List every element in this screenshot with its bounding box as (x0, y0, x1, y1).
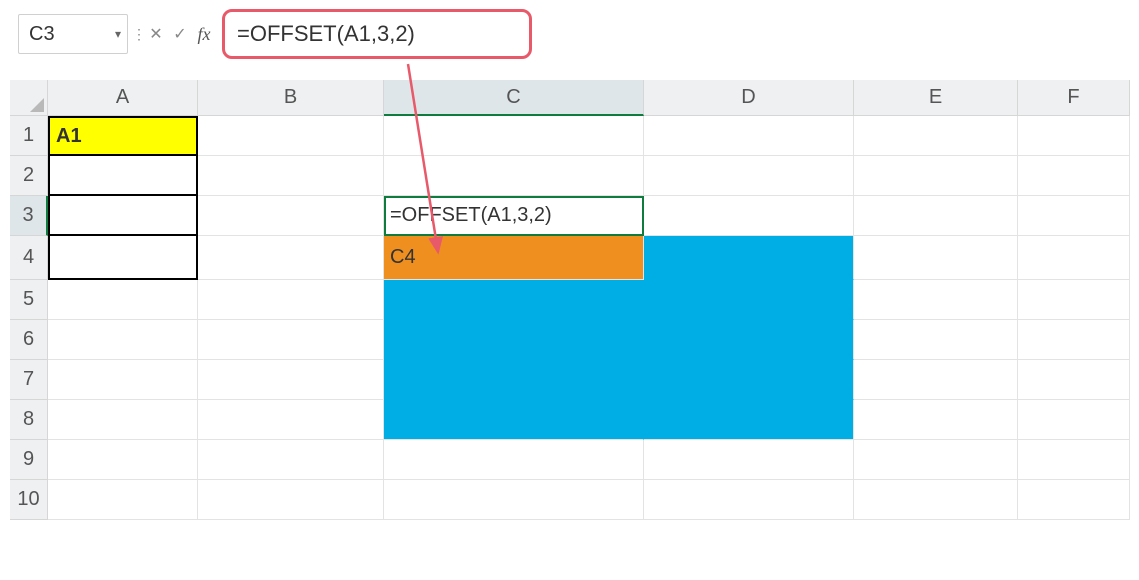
cell-C8[interactable] (384, 400, 644, 440)
cell-C2[interactable] (384, 156, 644, 196)
cell-F3[interactable] (1018, 196, 1130, 236)
cell-A10[interactable] (48, 480, 198, 520)
row-header-1[interactable]: 1 (10, 116, 48, 156)
cell-D2[interactable] (644, 156, 854, 196)
cell-F8[interactable] (1018, 400, 1130, 440)
cell-C7[interactable] (384, 360, 644, 400)
cell-A5[interactable] (48, 280, 198, 320)
row-header-4[interactable]: 4 (10, 236, 48, 280)
cell-B10[interactable] (198, 480, 384, 520)
cell-C6[interactable] (384, 320, 644, 360)
cell-D6[interactable] (644, 320, 854, 360)
cell-A1[interactable]: A1 (48, 116, 198, 156)
cell-D1[interactable] (644, 116, 854, 156)
cell-B3[interactable] (198, 196, 384, 236)
cell-A3[interactable] (48, 196, 198, 236)
cell-E7[interactable] (854, 360, 1018, 400)
check-icon: ✓ (173, 24, 186, 44)
formula-bar: C3 ▾ ⋮ ✕ ✓ fx =OFFSET(A1,3,2) (18, 12, 532, 56)
col-header-B[interactable]: B (198, 80, 384, 116)
cell-E9[interactable] (854, 440, 1018, 480)
cell-D10[interactable] (644, 480, 854, 520)
fx-icon: fx (198, 24, 211, 45)
cell-F10[interactable] (1018, 480, 1130, 520)
row-header-7[interactable]: 7 (10, 360, 48, 400)
enter-formula-button[interactable]: ✓ (168, 14, 192, 54)
cell-E3[interactable] (854, 196, 1018, 236)
cell-F1[interactable] (1018, 116, 1130, 156)
row-header-2[interactable]: 2 (10, 156, 48, 196)
name-box[interactable]: C3 ▾ (18, 14, 128, 54)
column-headers: A B C D E F (10, 80, 1130, 116)
cell-D4[interactable] (644, 236, 854, 280)
row-header-5[interactable]: 5 (10, 280, 48, 320)
cell-A4[interactable] (48, 236, 198, 280)
col-header-F[interactable]: F (1018, 80, 1130, 116)
cell-E2[interactable] (854, 156, 1018, 196)
cancel-formula-button[interactable]: ✕ (144, 14, 168, 54)
row-header-6[interactable]: 6 (10, 320, 48, 360)
cell-F4[interactable] (1018, 236, 1130, 280)
cell-A8[interactable] (48, 400, 198, 440)
cell-B6[interactable] (198, 320, 384, 360)
cell-D3[interactable] (644, 196, 854, 236)
spreadsheet-grid: A B C D E F 1 A1 2 3 =OFFSET(A1,3,2) (10, 80, 1130, 520)
cell-C5[interactable] (384, 280, 644, 320)
cell-D5[interactable] (644, 280, 854, 320)
cell-E6[interactable] (854, 320, 1018, 360)
cell-C1[interactable] (384, 116, 644, 156)
cell-F9[interactable] (1018, 440, 1130, 480)
cell-F6[interactable] (1018, 320, 1130, 360)
cell-C3-editing-value: =OFFSET(A1,3,2) (390, 204, 552, 227)
cell-C4-value: C4 (390, 246, 416, 269)
cell-C10[interactable] (384, 480, 644, 520)
formula-input[interactable]: =OFFSET(A1,3,2) (222, 9, 532, 59)
cell-B7[interactable] (198, 360, 384, 400)
cell-B1[interactable] (198, 116, 384, 156)
cell-A6[interactable] (48, 320, 198, 360)
cell-B8[interactable] (198, 400, 384, 440)
separator-icon: ⋮ (132, 26, 144, 43)
col-header-A[interactable]: A (48, 80, 198, 116)
cell-E8[interactable] (854, 400, 1018, 440)
cell-B2[interactable] (198, 156, 384, 196)
col-header-C[interactable]: C (384, 80, 644, 116)
cell-D9[interactable] (644, 440, 854, 480)
name-box-value: C3 (29, 23, 55, 46)
row-header-10[interactable]: 10 (10, 480, 48, 520)
insert-function-button[interactable]: fx (192, 14, 216, 54)
col-header-E[interactable]: E (854, 80, 1018, 116)
cell-B4[interactable] (198, 236, 384, 280)
cell-D8[interactable] (644, 400, 854, 440)
cell-C4[interactable]: C4 (384, 236, 644, 280)
cell-E1[interactable] (854, 116, 1018, 156)
cell-A9[interactable] (48, 440, 198, 480)
select-all-corner[interactable] (10, 80, 48, 116)
cell-F5[interactable] (1018, 280, 1130, 320)
chevron-down-icon: ▾ (115, 27, 121, 41)
cell-C3[interactable]: =OFFSET(A1,3,2) (384, 196, 644, 236)
cell-E10[interactable] (854, 480, 1018, 520)
cell-D7[interactable] (644, 360, 854, 400)
cell-A1-value: A1 (56, 125, 82, 148)
row-header-3[interactable]: 3 (10, 196, 48, 236)
cell-E5[interactable] (854, 280, 1018, 320)
col-header-D[interactable]: D (644, 80, 854, 116)
cell-A7[interactable] (48, 360, 198, 400)
cell-A2[interactable] (48, 156, 198, 196)
cell-E4[interactable] (854, 236, 1018, 280)
cell-C9[interactable] (384, 440, 644, 480)
row-header-9[interactable]: 9 (10, 440, 48, 480)
formula-text: =OFFSET(A1,3,2) (237, 21, 415, 47)
x-icon: ✕ (149, 24, 162, 44)
row-header-8[interactable]: 8 (10, 400, 48, 440)
cell-B9[interactable] (198, 440, 384, 480)
cell-F2[interactable] (1018, 156, 1130, 196)
cell-F7[interactable] (1018, 360, 1130, 400)
cell-B5[interactable] (198, 280, 384, 320)
